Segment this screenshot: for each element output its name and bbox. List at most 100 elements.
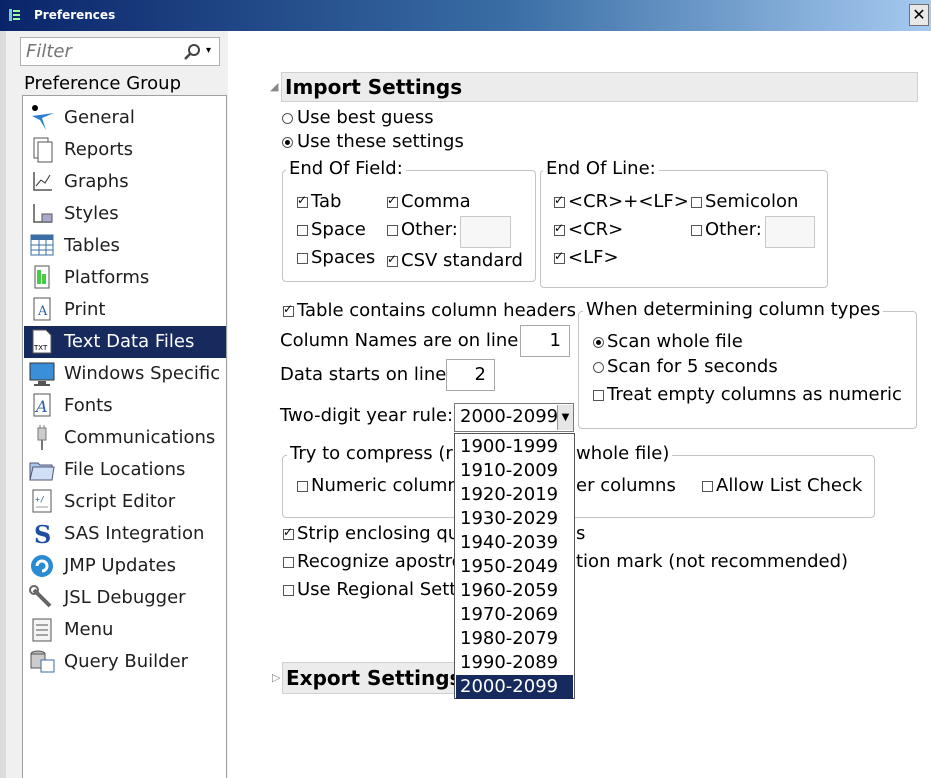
tab-label: Tab bbox=[311, 191, 342, 212]
year-option[interactable]: 1960-2059 bbox=[456, 579, 573, 603]
numeric-column-checkbox[interactable] bbox=[297, 481, 308, 492]
space-checkbox[interactable] bbox=[297, 225, 308, 236]
line-other-input[interactable] bbox=[765, 216, 815, 248]
allow-list-check-label: Allow List Check bbox=[716, 475, 863, 496]
sidebar-item-fonts[interactable]: A Fonts bbox=[24, 390, 226, 422]
plug-icon bbox=[37, 425, 47, 450]
line-other-checkbox[interactable] bbox=[691, 225, 702, 236]
year-option[interactable]: 1920-2019 bbox=[456, 483, 573, 507]
cr-checkbox[interactable] bbox=[554, 221, 565, 236]
sidebar-item-file-locations[interactable]: File Locations bbox=[24, 454, 226, 486]
year-option[interactable]: 1950-2049 bbox=[456, 555, 573, 579]
year-rule-value: 2000-2099 bbox=[460, 406, 559, 427]
sidebar-item-general[interactable]: General bbox=[24, 102, 226, 134]
year-option[interactable]: 1970-2069 bbox=[456, 603, 573, 627]
sidebar-item-text-data-files[interactable]: TXT Text Data Files bbox=[24, 326, 226, 358]
tab-checkbox[interactable] bbox=[297, 193, 308, 208]
data-starts-line-input[interactable]: 2 bbox=[446, 359, 495, 391]
column-names-line-input[interactable]: 1 bbox=[520, 325, 570, 357]
sidebar-item-jmp-updates[interactable]: JMP Updates bbox=[24, 550, 226, 582]
tables-icon bbox=[30, 234, 54, 256]
use-best-guess-label: Use best guess bbox=[297, 107, 434, 128]
year-option-selected[interactable]: 2000-2099 bbox=[456, 675, 573, 699]
year-option[interactable]: 1990-2089 bbox=[456, 651, 573, 675]
regional-settings-checkbox[interactable] bbox=[283, 585, 294, 596]
year-option[interactable]: 1940-2039 bbox=[456, 531, 573, 555]
year-option[interactable]: 1910-2009 bbox=[456, 459, 573, 483]
field-other-label: Other: bbox=[401, 219, 458, 240]
regional-settings-label: Use Regional Sett bbox=[297, 579, 457, 600]
preferences-app-icon bbox=[9, 9, 20, 21]
sidebar-item-jsl-debugger[interactable]: JSL Debugger bbox=[24, 582, 226, 614]
spaces-checkbox[interactable] bbox=[297, 253, 308, 264]
treat-empty-numeric-checkbox[interactable] bbox=[593, 390, 604, 401]
use-best-guess-radio[interactable] bbox=[282, 113, 293, 124]
end-of-field-title: End Of Field: bbox=[286, 158, 406, 179]
folder-icon bbox=[29, 462, 55, 481]
year-option[interactable]: 1900-1999 bbox=[456, 435, 573, 459]
window-title: Preferences bbox=[34, 8, 116, 22]
use-these-settings-radio[interactable] bbox=[282, 137, 293, 148]
preference-group-label: Preference Group bbox=[24, 73, 182, 94]
recognize-apostrophe-checkbox[interactable] bbox=[283, 557, 294, 568]
field-other-checkbox[interactable] bbox=[387, 225, 398, 236]
use-these-settings-label: Use these settings bbox=[297, 131, 464, 152]
sidebar-item-communications[interactable]: Communications bbox=[24, 422, 226, 454]
sidebar-item-graphs[interactable]: Graphs bbox=[24, 166, 226, 198]
lf-checkbox[interactable] bbox=[554, 249, 565, 264]
svg-text:S: S bbox=[34, 520, 51, 548]
sidebar-item-print[interactable]: A Print bbox=[24, 294, 226, 326]
sidebar-item-styles[interactable]: Styles bbox=[24, 198, 226, 230]
chevron-down-icon[interactable]: ▼ bbox=[557, 405, 573, 430]
semicolon-checkbox[interactable] bbox=[691, 197, 702, 208]
expand-triangle-icon[interactable]: ▷ bbox=[272, 671, 280, 684]
allow-list-check-checkbox[interactable] bbox=[702, 481, 713, 492]
table-headers-label: Table contains column headers bbox=[297, 300, 576, 321]
scan-seconds-radio[interactable] bbox=[593, 362, 604, 373]
sidebar-item-sas-integration[interactable]: S SAS Integration bbox=[24, 518, 226, 550]
comma-label: Comma bbox=[401, 191, 471, 212]
search-icon[interactable] bbox=[182, 43, 202, 61]
close-button[interactable]: ✕ bbox=[909, 4, 929, 26]
year-rule-dropdown: 1900-1999 1910-2009 1920-2019 1930-2029 … bbox=[454, 433, 575, 699]
svg-text:A: A bbox=[37, 304, 48, 319]
csv-standard-checkbox[interactable] bbox=[387, 252, 398, 267]
window-edge bbox=[0, 31, 6, 778]
svg-text:+/: +/ bbox=[35, 495, 45, 504]
recognize-apostrophe-tail: tion mark (not recommended) bbox=[576, 551, 849, 572]
import-settings-title: Import Settings bbox=[285, 75, 463, 99]
import-settings-header[interactable]: Import Settings bbox=[281, 72, 918, 102]
sidebar-item-reports[interactable]: Reports bbox=[24, 134, 226, 166]
scan-whole-file-label: Scan whole file bbox=[607, 331, 743, 352]
sidebar-item-tables[interactable]: Tables bbox=[24, 230, 226, 262]
crlf-checkbox[interactable] bbox=[554, 193, 565, 208]
platforms-icon bbox=[34, 265, 50, 289]
field-other-input[interactable] bbox=[460, 216, 511, 248]
scan-whole-file-radio[interactable] bbox=[593, 337, 604, 348]
reports-icon bbox=[33, 137, 53, 163]
strip-quotes-checkbox[interactable] bbox=[283, 525, 294, 540]
filter-input[interactable] bbox=[26, 40, 176, 62]
year-option[interactable]: 1980-2079 bbox=[456, 627, 573, 651]
column-names-line-label: Column Names are on line: bbox=[280, 330, 525, 351]
svg-text:A: A bbox=[34, 397, 48, 416]
comma-checkbox[interactable] bbox=[387, 193, 398, 208]
general-icon bbox=[32, 105, 54, 130]
sidebar-item-query-builder[interactable]: Query Builder bbox=[24, 646, 226, 678]
sidebar-item-platforms[interactable]: Platforms bbox=[24, 262, 226, 294]
sidebar-item-windows-specific[interactable]: Windows Specific bbox=[24, 358, 226, 390]
export-settings-title: Export Settings bbox=[286, 666, 462, 690]
year-option[interactable]: 1930-2029 bbox=[456, 507, 573, 531]
wrench-icon bbox=[29, 585, 52, 608]
strip-quotes-tail: s bbox=[576, 523, 586, 544]
collapse-triangle-icon[interactable]: ◢ bbox=[270, 80, 278, 93]
export-settings-header[interactable]: Export Settings bbox=[282, 662, 482, 694]
sidebar-item-script-editor[interactable]: +/ Script Editor bbox=[24, 486, 226, 518]
title-bar bbox=[0, 0, 931, 31]
sidebar-item-menu[interactable]: Menu bbox=[24, 614, 226, 646]
table-headers-checkbox[interactable] bbox=[283, 302, 294, 317]
filter-dropdown-arrow[interactable]: ▾ bbox=[206, 44, 216, 58]
text-data-files-icon: TXT bbox=[32, 329, 52, 354]
column-types-title: When determining column types bbox=[583, 299, 884, 320]
jmp-updates-icon bbox=[31, 555, 53, 577]
